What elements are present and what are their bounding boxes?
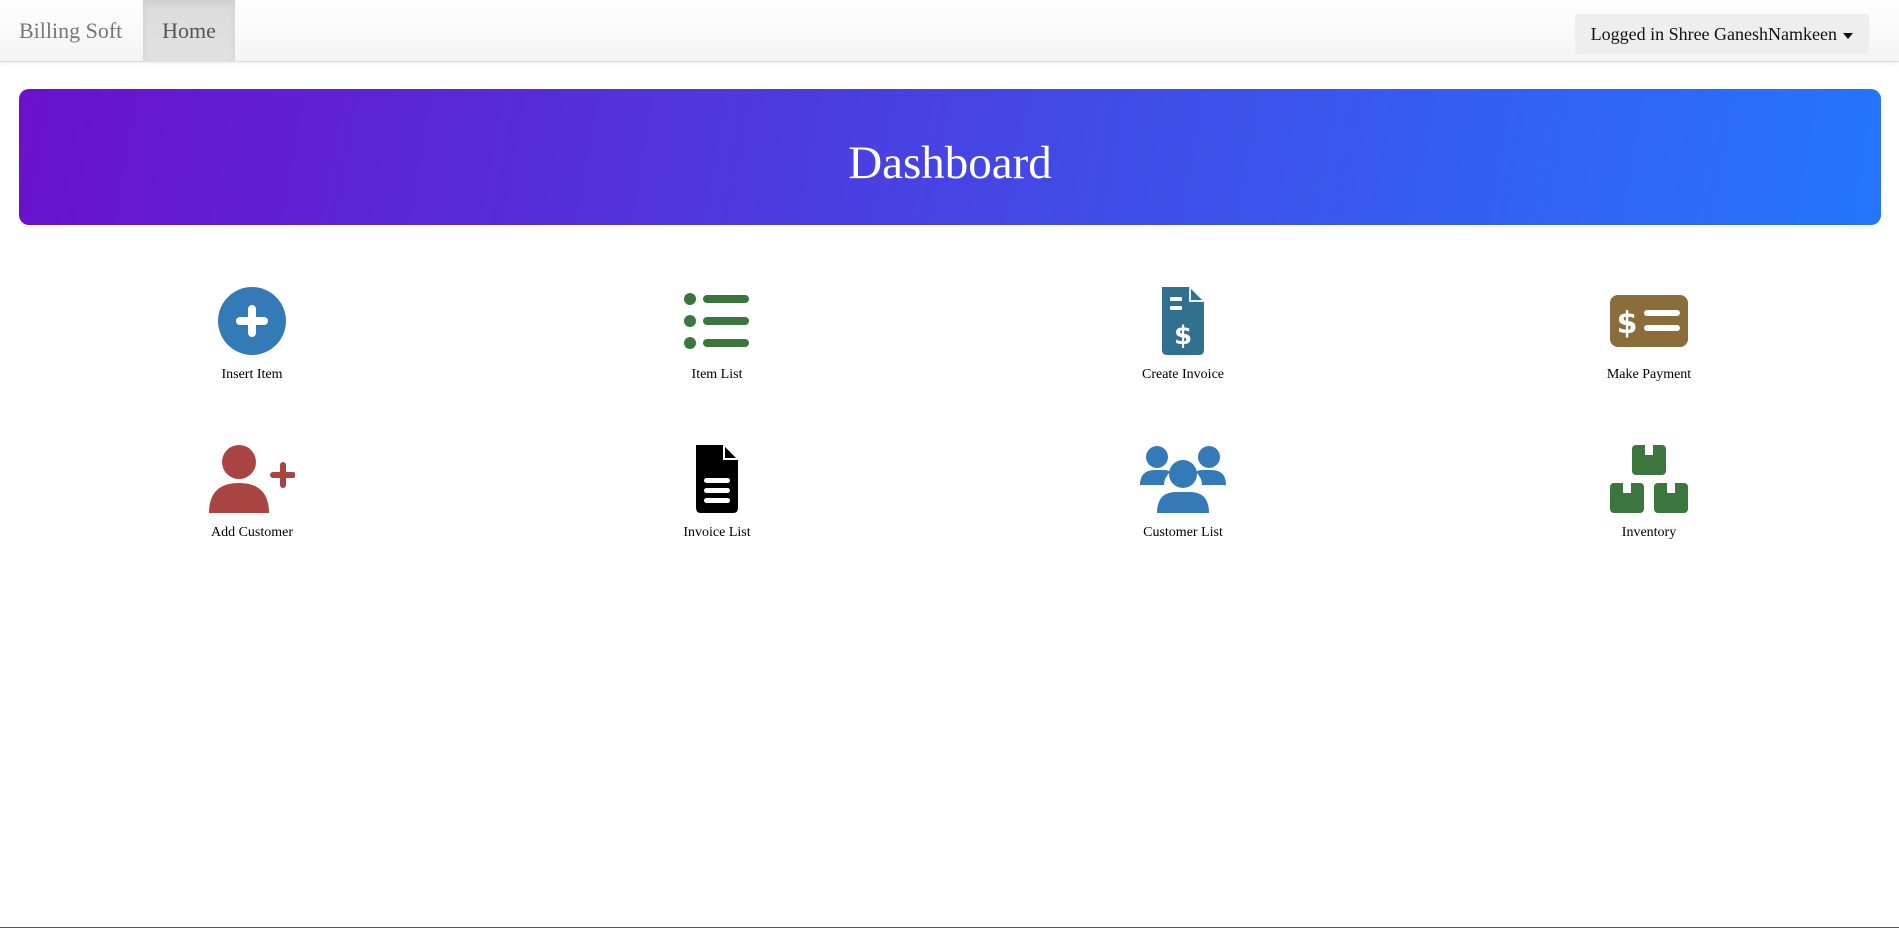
user-plus-icon [209,445,295,513]
tile-insert-item[interactable]: Insert Item [162,287,342,383]
tile-label: Invoice List [683,525,751,540]
tile-label: Create Invoice [1141,367,1224,382]
tile-add-customer[interactable]: Add Customer [162,445,342,541]
tile-label: Add Customer [210,525,294,540]
user-menu-label: Logged in Shree GaneshNamkeen [1590,24,1837,44]
tile-label: Item List [691,367,743,382]
invoice-dollar-icon: $ [1162,287,1204,355]
user-menu-dropdown[interactable]: Logged in Shree GaneshNamkeen [1574,14,1869,54]
plus-circle-icon [218,287,286,355]
boxes-icon [1610,445,1688,513]
navbar: Billing Soft Home Logged in Shree Ganesh… [0,0,1899,62]
list-icon [684,293,749,349]
tile-create-invoice[interactable]: $ Create Invoice [1093,287,1273,383]
money-check-icon: $ [1610,295,1688,347]
tile-inventory[interactable]: Inventory [1559,445,1739,541]
tile-make-payment[interactable]: $ Make Payment [1559,287,1739,383]
nav-home-tab[interactable]: Home [143,0,235,62]
tile-label: Make Payment [1606,367,1692,382]
dashboard-banner: Dashboard [19,89,1881,225]
tile-label: Customer List [1143,525,1223,540]
tile-label: Inventory [1621,525,1677,540]
brand-link[interactable]: Billing Soft [19,0,122,62]
svg-text:$: $ [1617,306,1638,341]
tile-customer-list[interactable]: Customer List [1093,445,1273,541]
svg-text:$: $ [1174,321,1192,351]
users-icon [1140,446,1226,513]
tile-item-list[interactable]: Item List [627,287,807,383]
tile-label: Insert Item [221,367,283,382]
page-title: Dashboard [848,137,1052,189]
tile-invoice-list[interactable]: Invoice List [627,445,807,541]
page: Billing Soft Home Logged in Shree Ganesh… [0,0,1899,928]
file-lines-icon [696,445,738,513]
caret-down-icon [1843,32,1853,39]
